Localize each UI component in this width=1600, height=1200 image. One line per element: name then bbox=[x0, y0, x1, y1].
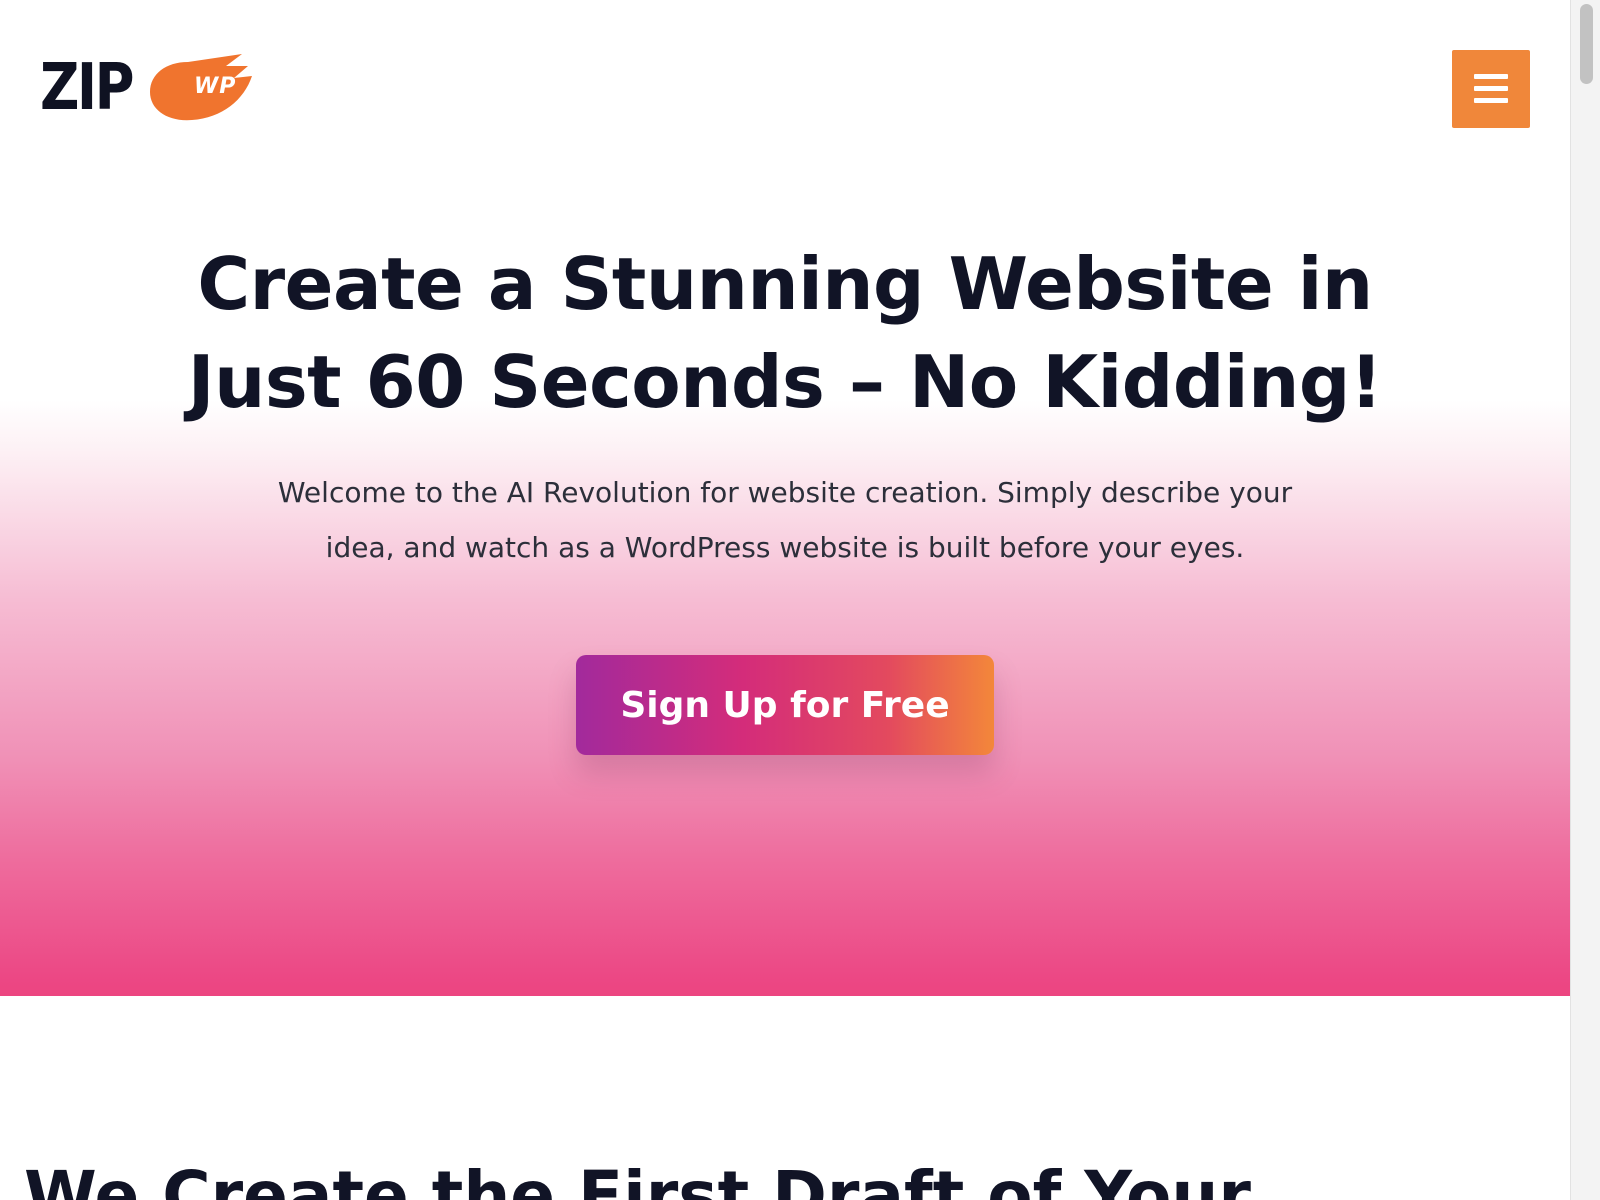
hero-subtitle-line-1: Welcome to the AI Revolution for website… bbox=[277, 476, 1293, 509]
page: Create a Stunning Website in Just 60 Sec… bbox=[0, 0, 1600, 1200]
hamburger-menu-icon bbox=[1474, 98, 1508, 103]
menu-button[interactable] bbox=[1452, 50, 1530, 128]
sign-up-button[interactable]: Sign Up for Free bbox=[576, 655, 994, 755]
browser-viewport: Create a Stunning Website in Just 60 Sec… bbox=[0, 0, 1570, 1200]
hamburger-menu-icon bbox=[1474, 86, 1508, 91]
hero-subtitle-line-2: idea, and watch as a WordPress website i… bbox=[325, 531, 1245, 564]
logo-badge-text: WP bbox=[194, 74, 237, 99]
hamburger-menu-icon bbox=[1474, 74, 1508, 79]
section-title: We Create the First Draft of Your bbox=[24, 1157, 1251, 1200]
logo-wordmark: ZIP bbox=[40, 51, 134, 125]
zipwp-logo[interactable]: ZIP WP bbox=[40, 51, 252, 125]
site-header: ZIP WP bbox=[0, 0, 1570, 180]
hero-title: Create a Stunning Website in Just 60 Sec… bbox=[0, 235, 1570, 431]
hero-subtitle: Welcome to the AI Revolution for website… bbox=[235, 465, 1335, 575]
page-scrollbar[interactable] bbox=[1570, 0, 1600, 1200]
scrollbar-thumb[interactable] bbox=[1580, 4, 1593, 84]
hero-title-line-2: Just 60 Seconds – No Kidding! bbox=[187, 340, 1383, 424]
hero-title-line-1: Create a Stunning Website in bbox=[197, 242, 1373, 326]
